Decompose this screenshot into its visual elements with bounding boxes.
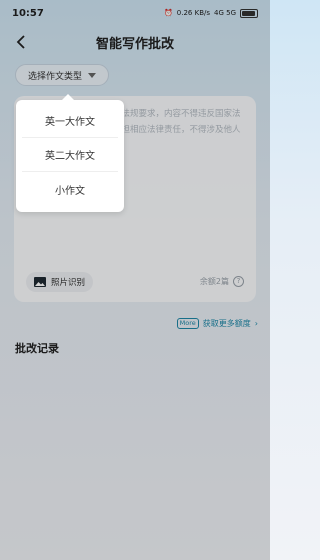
- dim-overlay[interactable]: [0, 0, 270, 560]
- dropdown-option-english-two[interactable]: 英二大作文: [22, 138, 118, 172]
- essay-type-dropdown: 英一大作文 英二大作文 小作文: [16, 94, 124, 212]
- dropdown-option-small-essay[interactable]: 小作文: [22, 172, 118, 206]
- dropdown-option-english-one[interactable]: 英一大作文: [22, 104, 118, 138]
